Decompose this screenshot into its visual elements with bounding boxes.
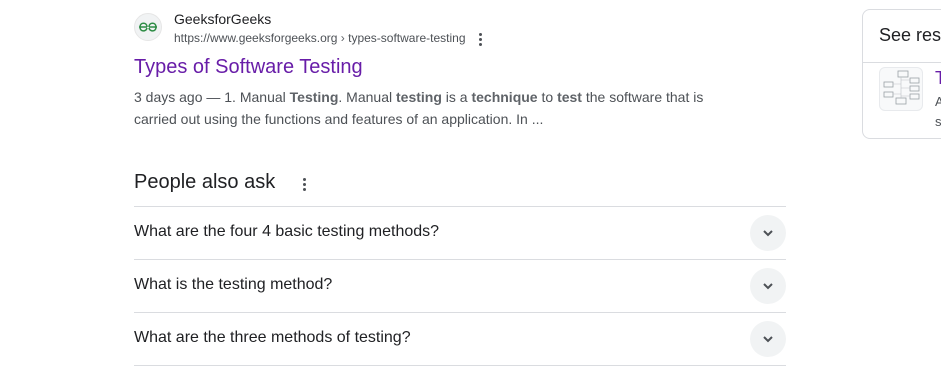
paa-more-options-icon[interactable] xyxy=(298,176,310,192)
paa-title: People also ask xyxy=(134,171,276,193)
url-path: types-software-testing xyxy=(348,31,466,45)
side-item-title[interactable]: T xyxy=(935,68,941,89)
people-also-ask: People also ask What are the four 4 basi… xyxy=(134,169,786,366)
paa-question-text: What are the three methods of testing? xyxy=(134,329,411,346)
chevron-down-icon[interactable] xyxy=(750,268,786,304)
site-url: https://www.geeksforgeeks.org › types-so… xyxy=(174,31,466,45)
snippet-bold-term: Testing xyxy=(289,89,339,105)
snippet-line-2: carried out using the functions and feat… xyxy=(134,111,544,127)
geeksforgeeks-favicon-icon xyxy=(134,13,162,41)
paa-question-text: What is the testing method? xyxy=(134,276,333,293)
snippet-text: 3 days ago — 1. Manual xyxy=(134,89,290,105)
see-results-panel: See resu T A s xyxy=(862,9,941,139)
chevron-down-icon[interactable] xyxy=(750,321,786,357)
side-panel-title: See resu xyxy=(879,25,941,45)
url-separator: › xyxy=(340,31,345,45)
snippet-text: is a xyxy=(441,89,472,105)
result-snippet: 3 days ago — 1. Manual Testing. Manual t… xyxy=(134,86,724,130)
result-source[interactable]: GeeksforGeeks https://www.geeksforgeeks.… xyxy=(134,10,734,50)
snippet-bold-term: testing xyxy=(396,89,442,105)
side-panel-divider xyxy=(863,62,941,63)
paa-header: People also ask xyxy=(134,169,786,206)
diagram-thumbnail[interactable] xyxy=(879,67,923,111)
paa-question[interactable]: What are the four 4 basic testing method… xyxy=(134,206,786,259)
more-options-icon[interactable] xyxy=(472,31,488,47)
search-result: GeeksforGeeks https://www.geeksforgeeks.… xyxy=(134,10,734,130)
paa-question[interactable]: What is the testing method? xyxy=(134,259,786,312)
side-item-snippet-2: s xyxy=(935,114,941,129)
side-item-snippet-1: A xyxy=(935,94,941,109)
snippet-bold-term: test xyxy=(557,89,582,105)
snippet-bold-term: technique xyxy=(471,89,538,105)
paa-question-list: What are the four 4 basic testing method… xyxy=(134,206,786,366)
chevron-down-icon[interactable] xyxy=(750,215,786,251)
snippet-text: . Manual xyxy=(338,89,396,105)
snippet-line-1: 3 days ago — 1. Manual Testing. Manual t… xyxy=(134,86,724,108)
paa-question[interactable]: What are the three methods of testing? xyxy=(134,312,786,366)
url-domain: https://www.geeksforgeeks.org xyxy=(174,31,338,45)
paa-question-text: What are the four 4 basic testing method… xyxy=(134,223,440,240)
result-title-link[interactable]: Types of Software Testing xyxy=(134,54,734,80)
site-name: GeeksforGeeks xyxy=(174,11,272,27)
snippet-text: to xyxy=(537,89,558,105)
snippet-text: the software that is xyxy=(581,89,704,105)
